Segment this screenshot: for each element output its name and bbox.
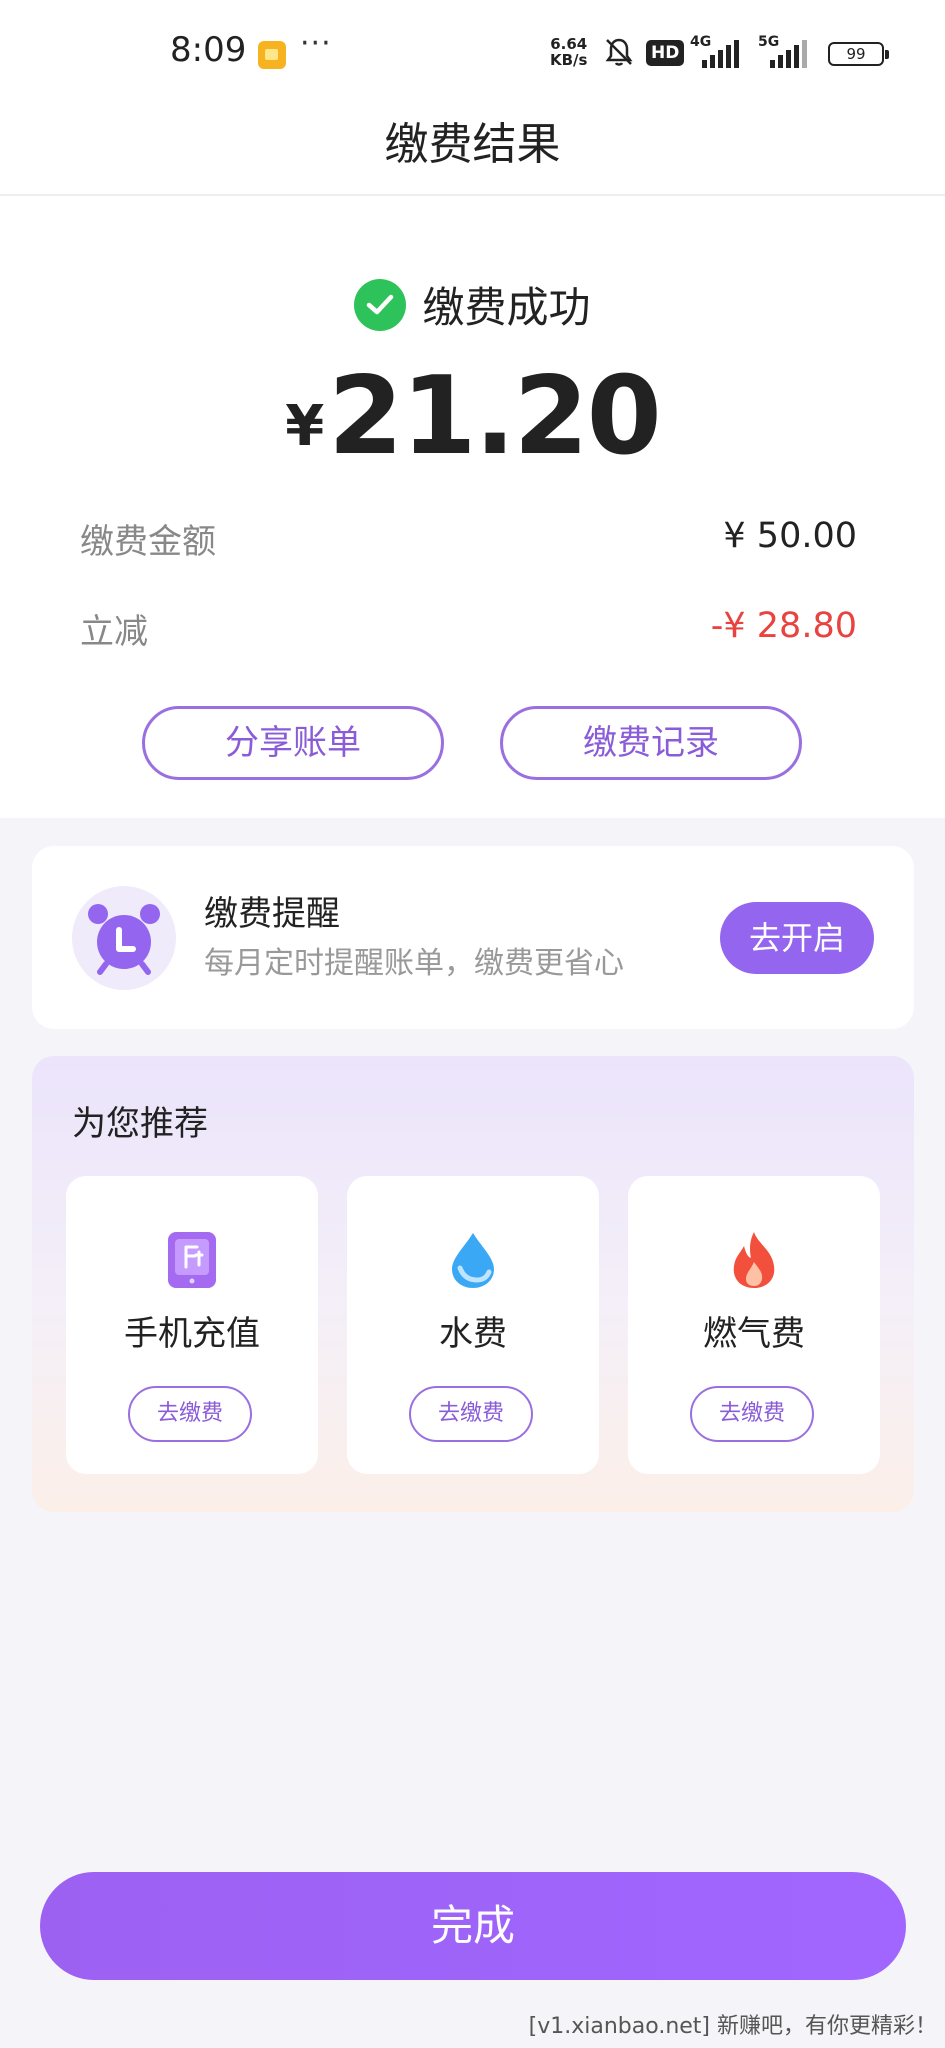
share-bill-button[interactable]: 分享账单	[142, 706, 444, 780]
bell-off-icon	[605, 38, 633, 66]
go-pay-button[interactable]: 去缴费	[128, 1386, 252, 1442]
bill-amount-value: ¥ 50.00	[723, 516, 857, 556]
flame-icon	[733, 1232, 775, 1288]
reminder-title: 缴费提醒	[204, 894, 340, 934]
alarm-clock-icon	[72, 886, 176, 990]
recommend-item-name: 手机充值	[124, 1314, 260, 1354]
reminder-description: 每月定时提醒账单，缴费更省心	[204, 946, 624, 981]
recommend-item-water[interactable]: 水费 去缴费	[347, 1176, 599, 1474]
signal-4g-icon	[702, 40, 746, 68]
go-pay-button[interactable]: 去缴费	[690, 1386, 814, 1442]
network-speed-unit: KB/s	[550, 51, 588, 69]
status-bar: 8:09 ··· 6.64 KB/s HD 4G 5G 99	[0, 0, 945, 100]
paid-amount: ¥21.20	[0, 354, 945, 479]
discount-label: 立减	[80, 612, 148, 652]
network-speed: 6.64 KB/s	[550, 36, 587, 68]
payment-reminder-card: 缴费提醒 每月定时提醒账单，缴费更省心 去开启	[32, 846, 914, 1029]
recommend-title: 为您推荐	[72, 1104, 208, 1144]
go-pay-button[interactable]: 去缴费	[409, 1386, 533, 1442]
recommend-item-gas[interactable]: 燃气费 去缴费	[628, 1176, 880, 1474]
status-time: 8:09	[170, 30, 247, 70]
watermark-text: [v1.xianbao.net] 新赚吧，有你更精彩！	[528, 2014, 937, 2039]
bill-amount-label: 缴费金额	[80, 522, 216, 562]
hd-voice-badge: HD	[646, 40, 685, 66]
phone-recharge-icon	[168, 1232, 216, 1288]
payment-history-button[interactable]: 缴费记录	[500, 706, 802, 780]
recommend-item-name: 燃气费	[703, 1314, 805, 1354]
network-speed-value: 6.64	[550, 35, 588, 53]
water-drop-icon	[452, 1233, 494, 1288]
done-button[interactable]: 完成	[40, 1872, 906, 1980]
recommend-section: 为您推荐 手机充值 去缴费 水费 去缴费 燃气费 去缴费	[32, 1056, 914, 1512]
battery-icon: 99	[828, 42, 889, 66]
gallery-notification-icon	[258, 41, 286, 69]
signal-5g-icon	[770, 40, 814, 68]
success-text: 缴费成功	[422, 283, 591, 332]
payment-result-card: 缴费成功 ¥21.20 缴费金额 ¥ 50.00 立减 -¥ 28.80 分享账…	[0, 196, 945, 818]
header: 缴费结果	[0, 100, 945, 196]
enable-reminder-button[interactable]: 去开启	[720, 902, 874, 974]
check-circle-icon	[354, 278, 407, 331]
page-title: 缴费结果	[384, 119, 561, 170]
recommend-item-phone-recharge[interactable]: 手机充值 去缴费	[66, 1176, 318, 1474]
currency-symbol: ¥	[285, 394, 325, 459]
more-notifications-icon: ···	[300, 26, 332, 61]
discount-value: -¥ 28.80	[710, 606, 857, 646]
recommend-item-name: 水费	[439, 1314, 507, 1354]
success-status: 缴费成功	[0, 274, 945, 335]
amount-value: 21.20	[328, 354, 662, 479]
